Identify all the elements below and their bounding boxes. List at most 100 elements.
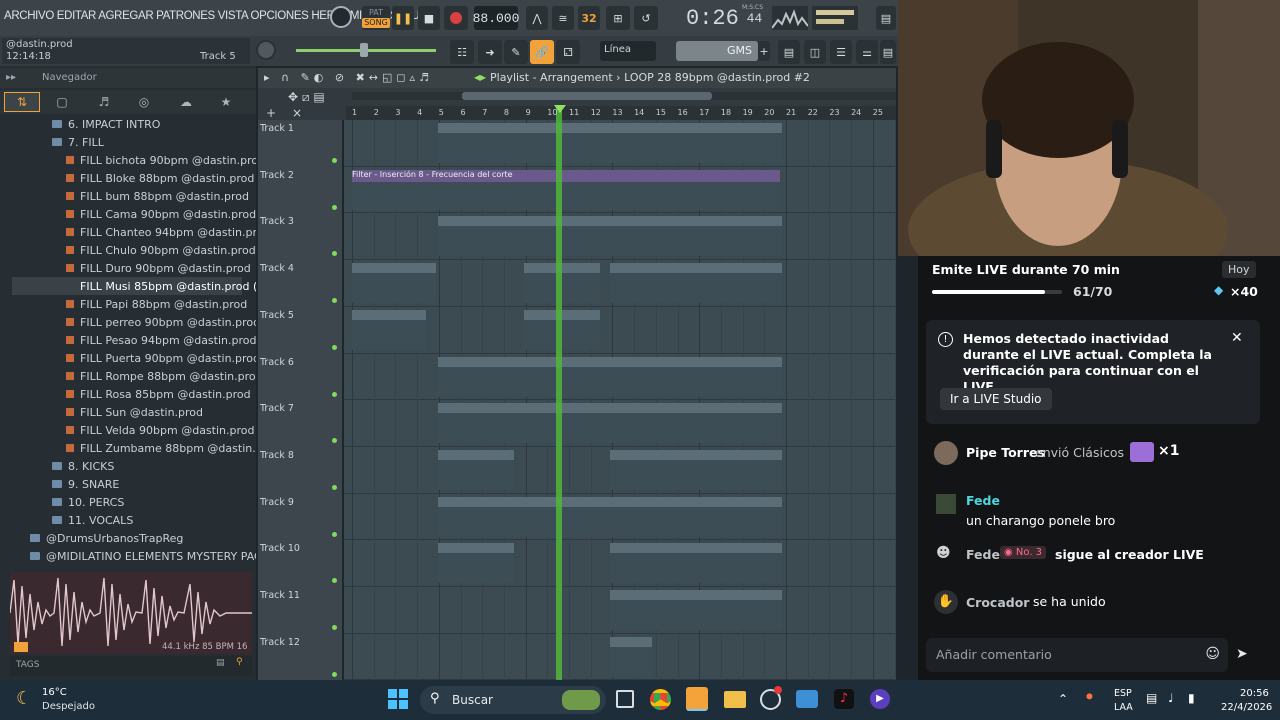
playhead[interactable] [556,106,562,680]
pattern-clip[interactable] [610,263,782,304]
browser-file[interactable]: FILL Musi 85bpm @dastin.prod ( [12,277,256,295]
live-studio-button[interactable]: Ir a LIVE Studio [940,388,1052,410]
loop-record-button[interactable]: ↺ [634,6,658,30]
collapse-icon[interactable]: ▸▸ [6,72,16,83]
pattern-clip[interactable] [610,449,782,490]
close-icon[interactable]: ✕ [1231,330,1243,346]
track-enable-toggle[interactable] [332,204,337,210]
pattern-clip[interactable] [438,356,782,397]
browser-folder[interactable]: @DrumsUrbanosTrapReg [30,529,183,547]
tool-button[interactable]: ✎ [504,40,528,64]
language-1[interactable]: ESP [1114,688,1132,699]
taskbar-search[interactable]: ⚲ Buscar [420,686,606,714]
browser-tab-all[interactable]: ⇅ [4,92,40,112]
track-enable-toggle[interactable] [332,671,337,677]
chat-user[interactable]: Fede [966,547,1000,562]
browser-folder[interactable]: 9. SNARE [52,475,119,493]
master-volume-slider[interactable] [296,43,436,57]
track-enable-toggle[interactable] [332,625,337,630]
browser-file[interactable]: FILL Pesao 94bpm @dastin.prod [66,331,256,349]
browser-file[interactable]: FILL Velda 90bpm @dastin.prod [66,421,254,439]
browser-file[interactable]: FILL perreo 90bpm @dastin.prod [66,313,256,331]
arrow-button[interactable]: ➜ [478,40,502,64]
track-name[interactable]: Track 6 [260,357,294,368]
tiktok-icon[interactable]: ♪ [834,689,854,709]
browser-file[interactable]: FILL Zumbame 88bpm @dastin.prod [66,439,256,457]
track-name[interactable]: Track 2 [260,170,294,181]
task-view-icon[interactable] [616,690,634,708]
pattern-clip[interactable] [610,636,652,677]
pattern-clip[interactable] [524,309,600,350]
pattern-clip[interactable] [352,309,426,350]
piano-keys-button[interactable]: ☷ [450,40,474,64]
pattern-clip[interactable] [438,216,782,257]
track-enable-toggle[interactable] [332,344,337,350]
stamp-button[interactable]: ⚁ [556,40,580,64]
browser-button[interactable]: ▤ [880,40,896,64]
pattern-clip[interactable] [438,543,514,584]
pattern-clip[interactable] [438,403,782,444]
add-instrument-button[interactable]: + [758,41,770,61]
browser-folder[interactable]: 6. IMPACT INTRO [52,115,160,133]
playlist-arrows-icon[interactable]: ◂▸ [474,70,486,84]
pattern-song-toggle[interactable]: PAT SONG [362,6,390,30]
panel-toggle-button[interactable]: ▤ [876,6,896,30]
track-name[interactable]: Track 9 [260,497,294,508]
pattern-clip[interactable] [610,590,782,630]
tempo-display[interactable]: 88.000 [473,6,519,30]
browser-file[interactable]: FILL Papi 88bpm @dastin.prod [66,295,247,313]
browser-file[interactable]: FILL Puerta 90bpm @dastin.prod [66,349,256,367]
chrome-icon[interactable] [650,689,671,710]
link-button[interactable]: 🔗 [530,40,554,64]
playlist-grid[interactable] [344,120,896,680]
stop-button[interactable]: ■ [418,6,440,30]
file-explorer-icon[interactable] [724,691,746,708]
browser-file[interactable]: FILL Duro 90bpm @dastin.prod [66,259,251,277]
pattern-clip[interactable] [438,496,782,537]
pattern-clip[interactable] [438,449,514,490]
browser-folder[interactable]: 10. PERCS [52,493,124,511]
browser-file[interactable]: FILL bichota 90bpm @dastin.prod [66,151,256,169]
weather-temp[interactable]: 16°C [42,687,67,698]
piano-roll-button[interactable]: ☰ [830,40,852,64]
browser-folder[interactable]: @MIDILATINO ELEMENTS MYSTERY PACK [30,547,256,565]
pattern-clip[interactable] [352,263,436,304]
snap-mode-select[interactable]: Línea [600,41,656,61]
browser-tab-favorites-icon[interactable]: ★ [208,92,244,112]
browser-file[interactable]: FILL Chulo 90bpm @dastin.prod [66,241,256,259]
browser-folder[interactable]: 7. FILL [52,133,104,151]
browser-file[interactable]: FILL Bloke 88bpm @dastin.prod [66,169,254,187]
fl-studio-icon[interactable] [686,687,708,711]
add-track-button[interactable]: + [266,106,276,120]
browser-file[interactable]: FILL Sun @dastin.prod [66,403,203,421]
chevron-up-icon[interactable]: ⌃ [1058,692,1068,706]
clock-time[interactable]: 20:56 [1240,688,1269,699]
chat-user[interactable]: Fede [966,493,1000,508]
metronome-button[interactable]: ⋀ [526,6,548,30]
track-name[interactable]: Track 11 [260,590,300,601]
master-pitch-knob[interactable] [256,40,276,60]
timeline-scrollbar[interactable] [352,92,896,100]
pattern-clip[interactable] [610,543,782,584]
browser-file[interactable]: FILL Rosa 85bpm @dastin.prod [66,385,251,403]
instrument-selector[interactable]: GMS [676,41,758,61]
start-windows-icon[interactable] [388,689,408,709]
track-name[interactable]: Track 12 [260,637,300,648]
pattern-clip[interactable] [438,123,782,163]
track-name[interactable]: Track 3 [260,216,294,227]
chat-user[interactable]: Crocador [966,595,1029,610]
track-name[interactable]: Track 10 [260,543,300,554]
track-name[interactable]: Track 8 [260,450,294,461]
mixer-button[interactable]: ⚌ [856,40,878,64]
main-menu[interactable]: ARCHIVO EDITAR AGREGAR PATRONES VISTA OP… [4,10,420,22]
track-name[interactable]: Track 7 [260,403,294,414]
track-name[interactable]: Track 4 [260,263,294,274]
browser-file[interactable]: FILL bum 88bpm @dastin.prod [66,187,249,205]
play-button[interactable]: ❚❚ [392,6,414,30]
folder-icon[interactable]: ▤ [216,658,225,668]
language-2[interactable]: LAA [1114,702,1133,713]
microphone-icon[interactable]: ⚫ [1084,690,1095,705]
tags-bar[interactable]: TAGS ▤ ⚲ [10,656,252,676]
wait-record-button[interactable]: ≅ [552,6,574,30]
track-enable-toggle[interactable] [332,484,337,490]
